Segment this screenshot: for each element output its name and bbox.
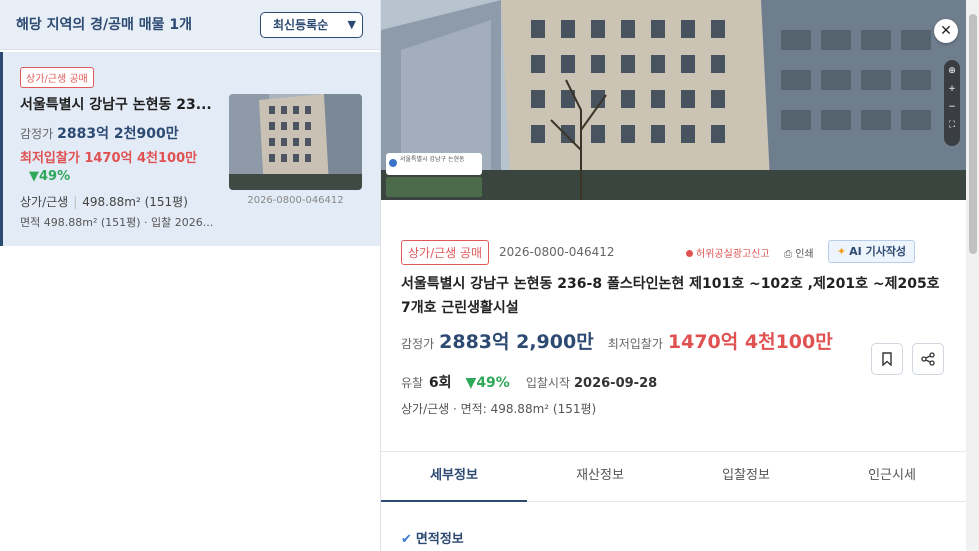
report-label: 허위공실광고신고 [696,249,770,260]
appraisal-value: 2883억 2,900만 [439,331,594,353]
detail-meta-row: 유찰 6회 ▼49% 입찰시작 2026-09-28 [401,372,657,392]
photo-location-tag: 서울특별시 강남구 논현동 [386,153,482,175]
scrollbar[interactable] [966,0,979,551]
card-type: 상가/근생 [20,195,69,209]
street-view-controls: ⊕ + − ⛶ [944,60,960,146]
area-section-title: ✔ 면적정보 [401,528,464,547]
detail-case-number: 2026-0800-046412 [499,245,615,259]
chevron-down-icon: ▼ [347,18,356,31]
report-dot-icon [686,250,693,257]
compass-icon[interactable]: ⊕ [944,64,960,78]
print-icon: ⎙ [784,249,796,260]
check-icon: ✔ [401,532,412,547]
photo-mini-map[interactable] [386,177,482,197]
scrollbar-thumb[interactable] [969,14,977,254]
app-root: 해당 지역의 경/공매 매물 1개 최신등록순 ▼ 상가/근생 공매 서울특별시… [0,0,979,551]
sparkle-icon: ✦ [836,245,847,258]
print-link[interactable]: ⎙ 인쇄 [784,245,814,260]
listing-panel: 해당 지역의 경/공매 매물 1개 최신등록순 ▼ 상가/근생 공매 서울특별시… [0,0,380,551]
area-section-label: 면적정보 [415,532,464,547]
close-icon: ✕ [940,23,952,39]
card-address: 서울특별시 강남구 논현동 23... [20,97,212,113]
list-header: 해당 지역의 경/공매 매물 1개 최신등록순 ▼ [0,0,380,50]
zoom-in-icon[interactable]: + [944,82,960,96]
card-thumbnail [229,94,362,190]
tab-bid[interactable]: 입찰정보 [673,452,819,502]
listing-card[interactable]: 상가/근생 공매 서울특별시 강남구 논현동 23... 감정가 2883억 2천… [0,52,380,246]
tab-details[interactable]: 세부정보 [381,452,527,502]
detail-price-row: 감정가 2883억 2,900만 최저입찰가 1470억 4천100만 [401,327,833,354]
detail-panel: 서울특별시 강남구 논현동 ✕ ⊕ + − ⛶ 상가/근생 공매 2026-08… [380,0,979,551]
min-bid-label: 최저입찰가 [607,337,663,351]
start-label: 입찰시작 [525,376,570,390]
tab-nearby-price[interactable]: 인근시세 [819,452,965,502]
fullscreen-icon[interactable]: ⛶ [944,118,960,132]
photo-location-label: 서울특별시 강남구 논현동 [400,156,465,163]
detail-address: 서울특별시 강남구 논현동 236-8 폴스타인논현 제101호 ~102호 ,… [401,276,940,316]
sort-selected-label: 최신등록순 [273,18,329,32]
share-button[interactable] [912,343,944,375]
divider: | [73,195,78,209]
street-view-photo[interactable]: 서울특별시 강남구 논현동 [381,0,966,200]
card-min-bid: 최저입찰가 1470억 4천100만 [20,151,198,166]
appraisal-label: 감정가 [20,127,54,141]
print-label: 인쇄 [795,249,814,260]
start-date: 2026-09-28 [574,376,658,391]
category-badge: 상가/근생 공매 [20,67,94,88]
share-icon [921,352,935,366]
bookmark-button[interactable] [871,343,903,375]
close-button[interactable]: ✕ [934,19,958,43]
ai-article-button[interactable]: ✦ AI 기사작성 [828,240,915,263]
card-area: 498.88m² (151평) [82,195,188,209]
card-appraisal: 감정가 2883억 2천900만 [20,123,179,143]
sort-select[interactable]: 최신등록순 ▼ [260,12,363,38]
min-bid-value: 1470억 4천100만 [667,331,833,353]
appraisal-label: 감정가 [401,337,435,351]
tab-property[interactable]: 재산정보 [527,452,673,502]
card-rate: ▼49% [29,169,71,184]
detail-spec: 상가/근생 · 면적: 498.88m² (151평) [401,402,597,416]
discount-rate: ▼49% [465,375,510,391]
card-spec: 상가/근생 | 498.88m² (151평) [20,193,188,210]
bookmark-icon [882,352,892,366]
location-pin-icon [389,159,397,167]
appraisal-value: 2883억 2천900만 [57,126,179,142]
ai-article-label: AI 기사작성 [849,245,907,258]
detail-tabs: 세부정보 재산정보 입찰정보 인근시세 [381,451,966,502]
fail-count: 6회 [428,375,452,391]
building-photo-thumbnail [229,94,362,190]
false-ad-report-link[interactable]: 허위공실광고신고 [686,245,770,260]
zoom-out-icon[interactable]: − [944,100,960,114]
fail-label: 유찰 [401,376,424,390]
detail-category-badge: 상가/근생 공매 [401,240,490,265]
card-area-line: 면적 498.88m² (151평) · 입찰 2026... [20,216,214,229]
card-case-number: 2026-0800-046412 [247,195,344,206]
list-title: 해당 지역의 경/공매 매물 1개 [16,17,193,33]
